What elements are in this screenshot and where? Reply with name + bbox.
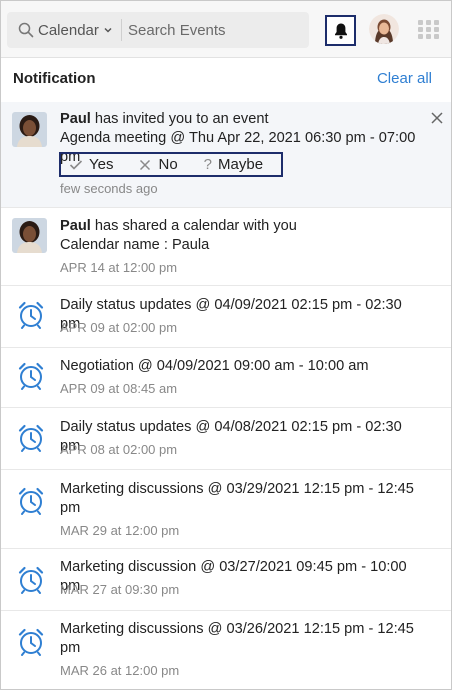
page-title: Notification: [13, 70, 96, 87]
sender-name: Paul: [60, 111, 91, 127]
bell-icon: [334, 23, 347, 39]
rsvp-yes-button[interactable]: Yes: [69, 154, 113, 175]
check-icon: [69, 159, 83, 170]
share-message: has shared a calendar with you: [90, 218, 297, 234]
notification-bell-button[interactable]: [325, 15, 356, 46]
clear-all-link[interactable]: Clear all: [377, 70, 432, 87]
notification-time: MAR 26 at 12:00 pm: [60, 663, 180, 678]
invite-text: Paul has invited you to an event: [60, 110, 421, 129]
notification-item-reminder[interactable]: Negotiation @ 04/09/2021 09:00 am - 10:0…: [1, 348, 451, 408]
rsvp-yes-label: Yes: [89, 156, 114, 173]
search-divider: [121, 19, 122, 41]
notification-item-reminder[interactable]: Marketing discussions @ 03/29/2021 12:15…: [1, 470, 451, 549]
x-icon: [140, 159, 151, 170]
rsvp-maybe-button[interactable]: ? Maybe: [204, 154, 263, 175]
alarm-clock-icon: [18, 628, 44, 656]
invite-message: has invited you to an event: [90, 111, 269, 127]
rsvp-no-button[interactable]: No: [139, 154, 178, 175]
search-input[interactable]: [128, 19, 304, 41]
search-box: Calendar: [7, 12, 309, 48]
share-detail: Calendar name : Paula: [60, 237, 210, 253]
reminder-text: Negotiation @ 04/09/2021 09:00 am - 10:0…: [60, 358, 369, 374]
alarm-clock-icon: [18, 424, 44, 452]
notification-time: APR 14 at 12:00 pm: [60, 260, 178, 275]
notification-item-reminder[interactable]: Marketing discussion @ 03/27/2021 09:45 …: [1, 549, 451, 611]
reminder-text: Marketing discussions @ 03/26/2021 12:15…: [60, 621, 414, 656]
notification-item-reminder[interactable]: Daily status updates @ 04/08/2021 02:15 …: [1, 408, 451, 470]
question-icon: ?: [203, 156, 213, 173]
notification-item-reminder[interactable]: Daily status updates @ 04/09/2021 02:15 …: [1, 286, 451, 348]
notification-time: APR 09 at 02:00 pm: [60, 320, 178, 335]
search-icon: [18, 22, 34, 38]
user-avatar[interactable]: [369, 14, 399, 44]
notification-item-invite[interactable]: Paul has invited you to an event Agenda …: [1, 102, 451, 208]
share-text: Paul has shared a calendar with you: [60, 217, 421, 236]
notification-header: Notification Clear all: [1, 58, 451, 102]
apps-grid-icon[interactable]: [418, 20, 440, 39]
sender-name: Paul: [60, 218, 91, 234]
reminder-text: Marketing discussions @ 03/29/2021 12:15…: [60, 481, 414, 516]
alarm-clock-icon: [18, 362, 44, 390]
notification-item-share[interactable]: Paul has shared a calendar with you Cale…: [1, 208, 451, 286]
rsvp-no-label: No: [158, 156, 178, 173]
notification-time: MAR 27 at 09:30 pm: [60, 582, 180, 597]
notification-item-reminder[interactable]: Marketing discussions @ 03/26/2021 12:15…: [1, 611, 451, 689]
notification-time: MAR 29 at 12:00 pm: [60, 523, 180, 538]
alarm-clock-icon: [18, 301, 44, 329]
alarm-clock-icon: [18, 487, 44, 515]
notification-time: few seconds ago: [60, 181, 158, 196]
close-icon[interactable]: [430, 111, 444, 125]
sender-avatar: [12, 218, 47, 253]
alarm-clock-icon: [18, 566, 44, 594]
notification-time: APR 08 at 02:00 pm: [60, 442, 178, 457]
calendar-select[interactable]: Calendar: [38, 21, 113, 39]
rsvp-maybe-label: Maybe: [218, 156, 264, 173]
notification-time: APR 09 at 08:45 am: [60, 381, 178, 396]
notification-panel: Calendar Search Events Notification Clea…: [0, 0, 452, 690]
sender-avatar: [12, 112, 47, 147]
chevron-down-icon: [104, 27, 112, 33]
calendar-select-label: Calendar: [38, 21, 99, 39]
rsvp-options: Yes No ? Maybe: [59, 152, 283, 177]
top-bar: Calendar: [1, 1, 451, 58]
